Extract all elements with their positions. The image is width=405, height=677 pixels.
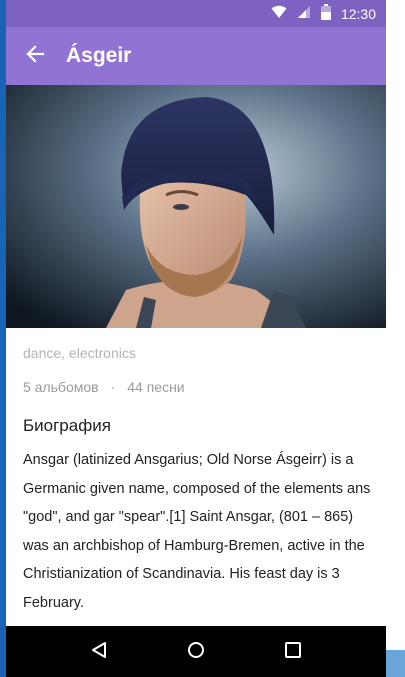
back-button[interactable] xyxy=(6,27,64,85)
navigation-bar xyxy=(6,626,386,677)
signal-icon xyxy=(297,4,311,23)
page-title: Ásgeir xyxy=(66,44,132,67)
nav-back-button[interactable] xyxy=(79,632,119,672)
status-icons: 12:30 xyxy=(271,0,376,27)
wifi-icon xyxy=(271,4,287,23)
nav-recents-button[interactable] xyxy=(273,632,313,672)
counts-row: 5 альбомов · 44 песни xyxy=(23,379,185,395)
separator-dot: · xyxy=(110,379,116,395)
status-bar: 12:30 xyxy=(6,0,386,27)
albums-count[interactable]: 5 альбомов xyxy=(23,379,99,395)
recents-square-icon xyxy=(284,641,302,663)
artist-photo xyxy=(6,85,386,328)
phone-screen: 12:30 Ásgeir dance, electronics 5 альбом… xyxy=(6,0,386,677)
edge-accent xyxy=(386,650,405,677)
genres-text: dance, electronics xyxy=(23,345,136,361)
nav-home-button[interactable] xyxy=(176,632,216,672)
arrow-left-icon xyxy=(25,44,45,68)
biography-text: Ansgar (latinized Ansgarius; Old Norse Á… xyxy=(23,452,371,611)
status-time: 12:30 xyxy=(340,5,376,22)
back-triangle-icon xyxy=(90,641,108,663)
songs-count[interactable]: 44 песни xyxy=(127,379,184,395)
home-circle-icon xyxy=(187,641,205,663)
biography-heading: Биография xyxy=(23,416,111,435)
app-bar: Ásgeir xyxy=(6,27,386,85)
right-edge-strip xyxy=(386,0,405,677)
battery-icon xyxy=(320,3,331,24)
